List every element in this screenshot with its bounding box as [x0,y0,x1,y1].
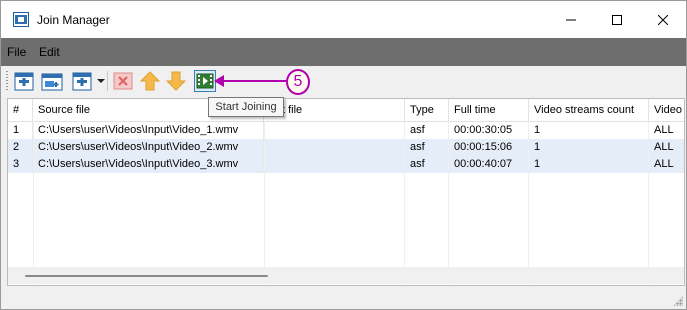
horizontal-scrollbar[interactable] [8,267,684,284]
toolbar [1,66,686,96]
minimize-button[interactable] [548,1,594,38]
cell-video-streams: ALL [654,141,674,153]
cell-output-file [264,156,405,173]
remove-icon [113,72,133,90]
add-file-icon [14,72,34,91]
toolbar-separator [107,71,108,91]
file-list-grid[interactable]: # Source file t file Type Full time Vide… [7,98,685,286]
arrow-down-icon [165,71,187,91]
resize-grip-icon[interactable] [673,296,683,306]
scrollbar-thumb[interactable] [25,275,268,277]
title-bar: Join Manager [1,1,686,38]
grid-header: # Source file t file Type Full time Vide… [8,99,684,122]
join-manager-window: Join Manager File Edit 5 Start Joining #… [0,0,687,310]
menu-edit[interactable]: Edit [39,45,60,59]
table-row[interactable]: 2 C:\Users\user\Videos\Input\Video_2.wmv… [8,139,684,156]
add-folder-icon [41,73,63,91]
add-file-button[interactable] [13,70,35,92]
close-button[interactable] [640,1,686,38]
cell-index: 1 [8,122,33,139]
grid-line [448,121,449,285]
column-header-output-file[interactable]: t file [264,99,405,121]
cell-output-file [264,122,405,139]
cell-source-file: C:\Users\user\Videos\Input\Video_2.wmv [33,139,264,156]
chevron-down-icon[interactable] [97,79,105,83]
cell-index: 2 [8,139,33,156]
cell-video-streams: ALL [654,124,674,136]
cell-output-file [264,139,405,156]
grid-line [528,121,529,285]
start-joining-tooltip: Start Joining [208,97,284,117]
table-row[interactable]: 1 C:\Users\user\Videos\Input\Video_1.wmv… [8,122,684,139]
cell-video-streams-count: 1 [529,139,649,156]
cell-full-time: 00:00:15:06 [449,139,529,156]
grid-line [33,121,34,285]
cell-type: asf [405,139,449,156]
cell-full-time: 00:00:40:07 [449,156,529,173]
arrow-up-icon [139,71,161,91]
toolbar-grip[interactable] [6,71,8,91]
grid-line [648,121,649,285]
film-play-icon [196,73,214,89]
table-row[interactable]: 3 C:\Users\user\Videos\Input\Video_3.wmv… [8,156,684,173]
cell-type: asf [405,156,449,173]
move-down-button[interactable] [165,70,187,92]
move-up-button[interactable] [139,70,161,92]
add-folder-button[interactable] [41,70,63,92]
column-header-type[interactable]: Type [405,99,449,121]
add-options-button[interactable] [71,70,93,92]
grid-line [404,121,405,285]
remove-button[interactable] [112,70,134,92]
callout-number: 5 [286,69,310,95]
start-joining-button[interactable] [194,70,216,92]
cell-index: 3 [8,156,33,173]
cell-full-time: 00:00:30:05 [449,122,529,139]
cell-source-file: C:\Users\user\Videos\Input\Video_3.wmv [33,156,264,173]
app-icon [13,12,29,27]
menu-bar: File Edit [1,38,686,66]
add-options-icon [72,72,92,91]
menu-file[interactable]: File [7,45,26,59]
column-header-video-streams[interactable]: Video s [649,99,684,121]
cell-type: asf [405,122,449,139]
status-bar [1,289,686,309]
cell-video-streams: ALL [654,158,674,170]
window-title: Join Manager [37,13,110,27]
grid-line [264,121,265,285]
column-header-full-time[interactable]: Full time [449,99,529,121]
column-header-video-streams-count[interactable]: Video streams count [529,99,649,121]
cell-source-file: C:\Users\user\Videos\Input\Video_1.wmv [33,122,264,139]
cell-video-streams-count: 1 [529,122,649,139]
callout-line [221,80,287,82]
column-header-index[interactable]: # [8,99,33,121]
maximize-button[interactable] [594,1,640,38]
cell-video-streams-count: 1 [529,156,649,173]
